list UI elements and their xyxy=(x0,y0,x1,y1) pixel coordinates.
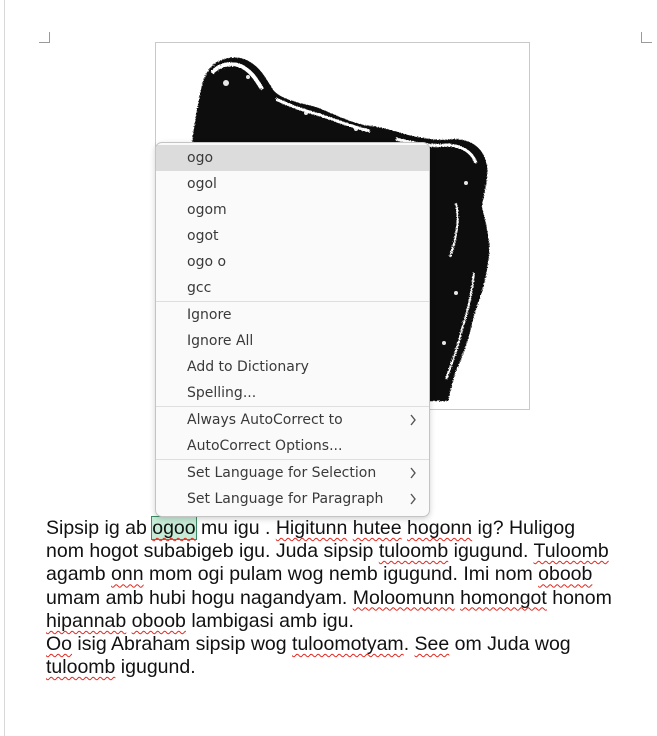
paragraph-1[interactable]: Sipsip ig ab ogoo mu igu . Higitunn hute… xyxy=(46,516,616,633)
autocorrect-group: Always AutoCorrect to AutoCorrect Option… xyxy=(156,407,429,459)
misspelled-word[interactable]: tuloomotyam xyxy=(292,633,404,655)
text-run[interactable]: mom ogi pulam wog nemb igugund. Imi nom xyxy=(144,563,539,585)
misspelled-word[interactable]: Tuloomb xyxy=(534,540,609,562)
misspelled-word[interactable]: See xyxy=(415,633,450,655)
page-corner-mark-top-right xyxy=(641,32,652,43)
misspelled-word[interactable]: Higitunn xyxy=(276,517,348,539)
menu-item-label: Set Language for Paragraph xyxy=(187,491,384,507)
chevron-right-icon xyxy=(407,407,419,433)
menu-item-suggestion-6[interactable]: gcc xyxy=(156,275,429,301)
misspelled-word[interactable]: hutee xyxy=(353,517,402,539)
misspelled-word[interactable]: Moloomunn xyxy=(353,587,455,609)
text-run[interactable]: isig Abraham sipsip wog xyxy=(72,633,292,655)
misspelled-word[interactable]: tuloomb xyxy=(46,656,115,678)
text-run[interactable]: om Juda wog xyxy=(449,633,571,655)
menu-item-ignore-all[interactable]: Ignore All xyxy=(156,328,429,354)
language-group: Set Language for Selection Set Language … xyxy=(156,460,429,512)
menu-item-label: Always AutoCorrect to xyxy=(187,412,343,428)
spelling-context-menu[interactable]: ogo ogol ogom ogot ogo o gcc Ignore Igno… xyxy=(155,142,430,517)
menu-item-language-selection[interactable]: Set Language for Selection xyxy=(156,460,429,486)
menu-item-autocorrect-options[interactable]: AutoCorrect Options... xyxy=(156,433,429,459)
menu-item-add-to-dictionary[interactable]: Add to Dictionary xyxy=(156,354,429,380)
misspelled-word[interactable]: hogonn xyxy=(407,517,472,539)
misspelled-word[interactable]: hipannab xyxy=(46,610,126,632)
misspelled-word[interactable]: homongot xyxy=(460,587,547,609)
menu-item-suggestion-5[interactable]: ogo o xyxy=(156,249,429,275)
menu-item-label: Set Language for Selection xyxy=(187,465,377,481)
chevron-right-icon xyxy=(407,486,419,512)
chevron-right-icon xyxy=(407,460,419,486)
text-run[interactable]: igugund. xyxy=(448,540,533,562)
text-run[interactable]: umam amb hubi hogu nagandyam. xyxy=(46,587,353,609)
misspelled-word[interactable]: Oo xyxy=(46,633,72,655)
misspelled-word[interactable]: oboob xyxy=(132,610,186,632)
text-run[interactable]: lambigasi amb igu. xyxy=(186,610,354,632)
menu-item-suggestion-4[interactable]: ogot xyxy=(156,223,429,249)
menu-item-suggestion-2[interactable]: ogol xyxy=(156,171,429,197)
misspelled-word[interactable]: oboob xyxy=(538,563,592,585)
menu-item-ignore[interactable]: Ignore xyxy=(156,302,429,328)
menu-item-always-autocorrect[interactable]: Always AutoCorrect to xyxy=(156,407,429,433)
suggestion-group: ogo ogol ogom ogot ogo o gcc xyxy=(156,145,429,301)
text-run[interactable]: agamb xyxy=(46,563,111,585)
misspelled-word[interactable]: tuloomb xyxy=(379,540,448,562)
selected-misspelled-word[interactable]: ogoo xyxy=(151,516,197,540)
spell-actions-group: Ignore Ignore All Add to Dictionary Spel… xyxy=(156,302,429,406)
text-run[interactable]: igugund. xyxy=(115,656,196,678)
document-body-text[interactable]: Sipsip ig ab ogoo mu igu . Higitunn hute… xyxy=(46,516,616,679)
page-corner-mark-top-left xyxy=(39,32,50,43)
paragraph-2[interactable]: Oo isig Abraham sipsip wog tuloomotyam. … xyxy=(46,633,616,679)
menu-item-suggestion-1[interactable]: ogo xyxy=(156,145,429,171)
menu-item-suggestion-3[interactable]: ogom xyxy=(156,197,429,223)
text-run[interactable]: honom xyxy=(547,587,612,609)
text-run[interactable]: mu igu . xyxy=(196,517,276,539)
misspelled-word[interactable]: onn xyxy=(111,563,144,585)
text-run[interactable]: . xyxy=(404,633,415,655)
menu-item-language-paragraph[interactable]: Set Language for Paragraph xyxy=(156,486,429,512)
menu-item-spelling[interactable]: Spelling... xyxy=(156,380,429,406)
text-run[interactable]: Sipsip ig ab xyxy=(46,517,152,539)
